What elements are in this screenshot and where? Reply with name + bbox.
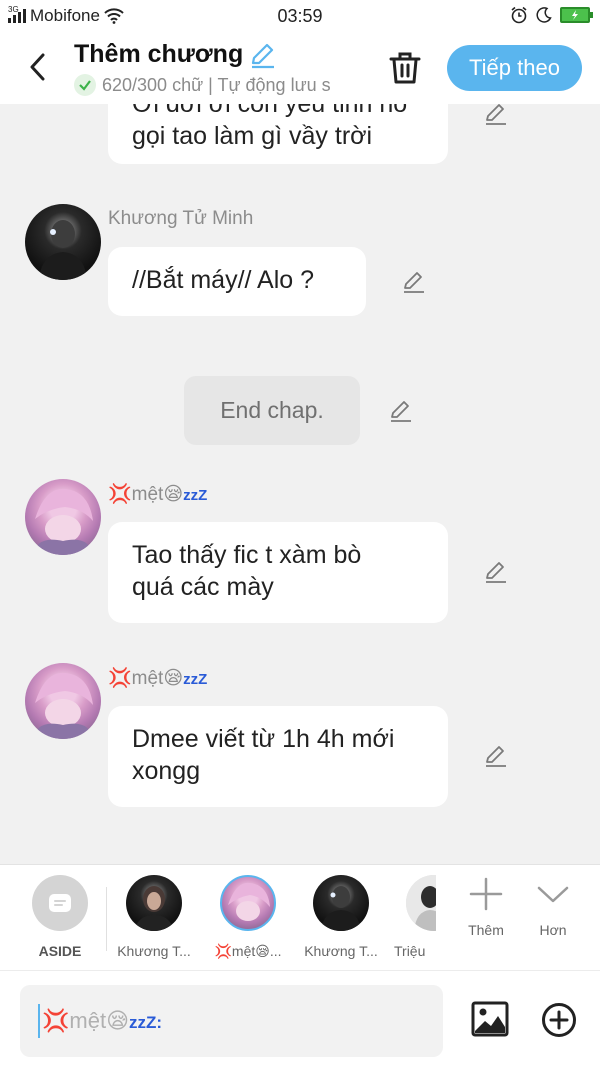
more-button[interactable]: Hơn [523, 877, 583, 938]
avatar[interactable] [25, 479, 101, 555]
battery-icon [560, 7, 593, 23]
character-avatar [313, 875, 369, 931]
character-avatar [126, 875, 182, 931]
message-text: Ơi dơi ơi con yêu tinh nó [132, 104, 408, 118]
plus-icon [469, 877, 503, 911]
add-character-button[interactable]: Thêm [456, 877, 516, 938]
chevron-down-icon [537, 886, 569, 903]
delete-button[interactable] [385, 48, 425, 88]
chevron-left-icon [30, 53, 45, 81]
input-area: 💢mệt😪zzZ: [0, 970, 600, 1067]
divider [106, 887, 107, 951]
title-row: Thêm chương [74, 40, 277, 69]
input-placeholder: 💢mệt😪zzZ: [42, 1008, 163, 1033]
character-item-selected[interactable]: 💢mệt😪... [206, 875, 290, 960]
character-bar: ASIDE Khương T... 💢mệt😪... Khương T... T… [0, 864, 600, 970]
character-label: Triệu [394, 943, 426, 959]
trash-icon [389, 52, 421, 84]
page-title: Thêm chương [74, 40, 244, 68]
message-text: Dmee viết từ 1h 4h mới [132, 725, 395, 753]
character-avatar [406, 875, 436, 931]
aside-avatar [32, 875, 88, 931]
message-bubble[interactable]: //Bắt máy// Alo ? [108, 247, 366, 316]
message-text: quá các mày [132, 573, 274, 601]
sender-name: Khương Tử Minh [108, 208, 254, 229]
aside-text: End chap. [220, 397, 324, 423]
image-icon [471, 1001, 509, 1037]
plus-circle-icon [542, 1003, 576, 1037]
word-count-status: 620/300 chữ | Tự động lưu s [102, 74, 331, 95]
character-item[interactable]: Khương T... [112, 875, 196, 959]
alarm-icon [511, 6, 527, 24]
edit-message-button[interactable] [481, 741, 511, 771]
message-input[interactable]: 💢mệt😪zzZ: [20, 985, 443, 1057]
character-label: Khương T... [304, 943, 378, 959]
pencil-icon [391, 401, 411, 422]
status-bar: 3G Mobifone 03:59 [0, 0, 600, 32]
check-icon [74, 74, 96, 96]
character-label: Khương T... [117, 943, 191, 959]
text-caret [38, 1004, 40, 1038]
next-button[interactable]: Tiếp theo [447, 45, 582, 91]
character-aside[interactable]: ASIDE [18, 875, 102, 959]
character-label: ASIDE [38, 943, 82, 959]
sender-name: 💢mệt😪zzZ [108, 484, 208, 505]
message-bubble[interactable]: Dmee viết từ 1h 4h mới xongg [108, 706, 448, 807]
more-label: Hơn [539, 922, 567, 938]
aside-bubble[interactable]: End chap. [184, 376, 360, 445]
edit-message-button[interactable] [386, 396, 416, 426]
add-button[interactable] [540, 1001, 578, 1039]
status-right [510, 6, 593, 24]
character-item[interactable]: Triệu [386, 875, 436, 959]
pencil-icon [404, 272, 424, 293]
message-text: Tao thấy fic t xàm bò [132, 541, 362, 569]
avatar[interactable] [25, 204, 101, 280]
edit-title-icon[interactable] [249, 41, 277, 69]
chat-area[interactable]: Ơi dơi ơi con yêu tinh nó gọi tao làm gì… [0, 104, 600, 864]
character-avatar [220, 875, 276, 931]
pencil-icon [486, 746, 506, 767]
sender-name: 💢mệt😪zzZ [108, 668, 208, 689]
moon-icon [536, 7, 552, 23]
character-item[interactable]: Khương T... [299, 875, 383, 959]
message-text: gọi tao làm gì vầy trời [132, 122, 373, 150]
sender-suffix: zzZ [183, 671, 208, 688]
message-bubble[interactable]: Tao thấy fic t xàm bò quá các mày [108, 522, 448, 623]
message-icon [49, 894, 71, 912]
message-text: xongg [132, 757, 201, 785]
edit-message-button[interactable] [481, 104, 511, 129]
header: Thêm chương 620/300 chữ | Tự động lưu s … [0, 32, 600, 104]
insert-image-button[interactable] [470, 999, 510, 1039]
back-button[interactable] [22, 50, 52, 84]
pencil-icon [486, 104, 506, 125]
edit-message-button[interactable] [399, 267, 429, 297]
subtitle-row: 620/300 chữ | Tự động lưu s [74, 74, 364, 96]
message-bubble[interactable]: Ơi dơi ơi con yêu tinh nó gọi tao làm gì… [108, 104, 448, 164]
placeholder-suffix: zzZ: [129, 1013, 163, 1032]
message-text: //Bắt máy// Alo ? [132, 266, 315, 294]
edit-message-button[interactable] [481, 557, 511, 587]
pencil-icon [486, 562, 506, 583]
sender-suffix: zzZ [183, 487, 208, 504]
add-label: Thêm [468, 922, 504, 938]
avatar[interactable] [25, 663, 101, 739]
character-label: 💢mệt😪... [214, 943, 282, 959]
